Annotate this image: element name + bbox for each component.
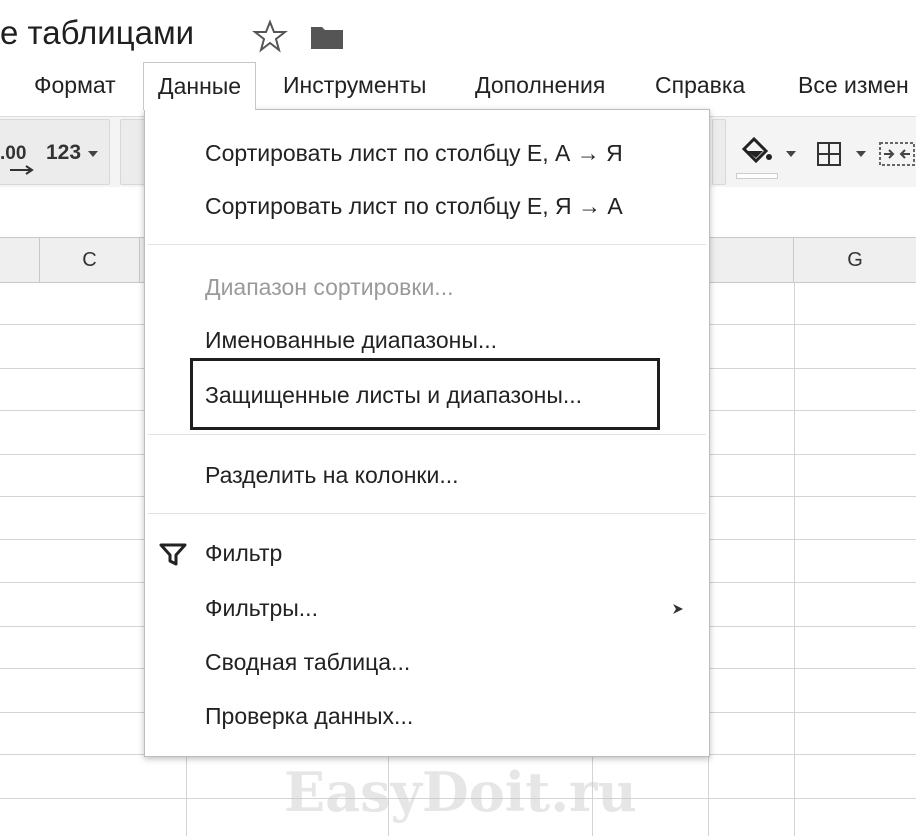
- sort-az-item[interactable]: Сортировать лист по столбцу E, А → Я: [205, 140, 623, 167]
- menu-bar: Формат Данные Инструменты Дополнения Спр…: [0, 62, 916, 110]
- arrow-right-icon: [10, 165, 34, 175]
- pivot-table-item[interactable]: Сводная таблица...: [205, 649, 410, 676]
- menu-separator: [148, 513, 706, 514]
- column-header-c[interactable]: C: [40, 238, 140, 282]
- fill-color-icon[interactable]: [738, 135, 774, 169]
- decimal-button[interactable]: .00: [0, 143, 26, 165]
- column-header-f[interactable]: [708, 238, 794, 282]
- borders-icon[interactable]: [816, 141, 842, 167]
- menu-addons[interactable]: Дополнения: [475, 72, 605, 99]
- data-validation-item[interactable]: Проверка данных...: [205, 703, 413, 730]
- all-changes-link[interactable]: Все измен: [798, 72, 909, 99]
- sort-za-item[interactable]: Сортировать лист по столбцу E, Я → А: [205, 193, 623, 220]
- split-columns-item[interactable]: Разделить на колонки...: [205, 462, 459, 489]
- column-header-g[interactable]: G: [794, 238, 916, 282]
- title-bar: е таблицами: [0, 0, 916, 64]
- merge-cells-icon[interactable]: [878, 141, 916, 167]
- menu-separator: [148, 434, 706, 435]
- toolbar-group-font: [120, 119, 146, 185]
- sort-range-item: Диапазон сортировки...: [205, 274, 454, 300]
- filters-item[interactable]: Фильтры...: [205, 595, 318, 622]
- chevron-down-icon[interactable]: [786, 151, 796, 157]
- chevron-down-icon: [88, 151, 98, 157]
- filter-item[interactable]: Фильтр: [205, 540, 282, 567]
- menu-help[interactable]: Справка: [655, 72, 745, 99]
- menu-format[interactable]: Формат: [34, 72, 116, 99]
- menu-tools[interactable]: Инструменты: [283, 72, 426, 99]
- folder-icon[interactable]: [310, 24, 344, 50]
- number-format-button[interactable]: 123: [46, 141, 81, 165]
- protected-sheets-item[interactable]: Защищенные листы и диапазоны...: [205, 382, 582, 409]
- named-ranges-item[interactable]: Именованные диапазоны...: [205, 327, 497, 354]
- data-menu-dropdown: Сортировать лист по столбцу E, А → Я Сор…: [144, 109, 710, 757]
- menu-separator: [148, 244, 706, 245]
- star-icon[interactable]: [252, 18, 288, 54]
- submenu-arrow-icon: [673, 604, 683, 614]
- column-header-b[interactable]: [0, 238, 40, 282]
- filter-icon: [159, 543, 187, 566]
- menu-data[interactable]: Данные: [143, 62, 257, 110]
- fill-color-swatch: [736, 173, 778, 179]
- watermark-text: EasyDoit.ru: [284, 760, 637, 824]
- document-title[interactable]: е таблицами: [0, 14, 194, 52]
- chevron-down-icon[interactable]: [856, 151, 866, 157]
- toolbar-group-edge: [712, 119, 726, 185]
